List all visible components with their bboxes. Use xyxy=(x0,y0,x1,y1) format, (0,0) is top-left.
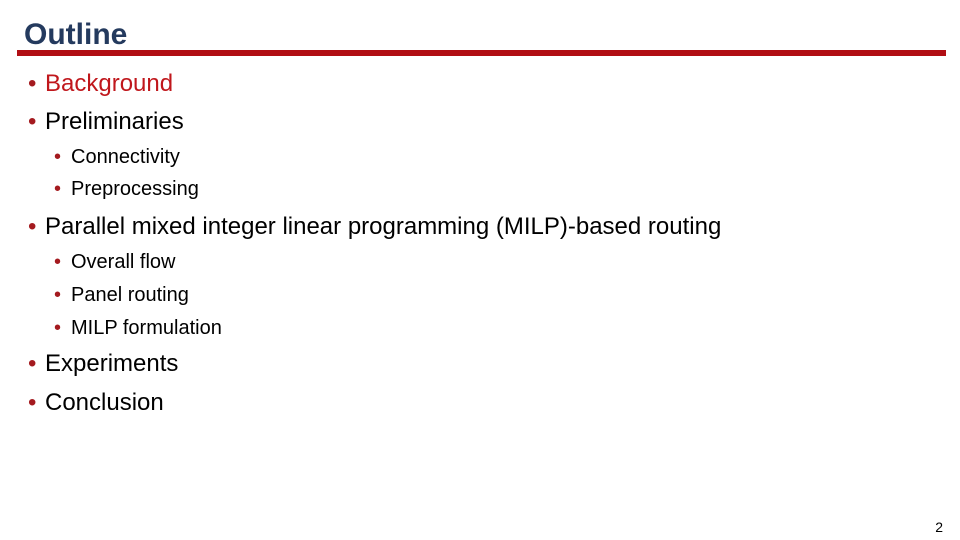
outline-item-experiments: • Experiments xyxy=(28,350,178,378)
outline-item-label: Parallel mixed integer linear programmin… xyxy=(45,213,722,240)
outline-item-label: Background xyxy=(45,70,174,97)
bullet-icon: • xyxy=(28,213,37,240)
outline-item-label: MILP formulation xyxy=(71,317,222,339)
outline-subitem-connectivity: • Connectivity xyxy=(54,145,180,169)
outline-item-parallel-milp-routing: • Parallel mixed integer linear programmi… xyxy=(28,213,721,241)
outline-item-conclusion: • Conclusion xyxy=(28,389,164,417)
page-number: 2 xyxy=(935,519,943,535)
bullet-icon: • xyxy=(54,284,62,306)
bullet-icon: • xyxy=(54,146,62,168)
slide-title: Outline xyxy=(24,18,128,51)
bullet-icon: • xyxy=(54,317,62,339)
outline-item-label: Panel routing xyxy=(71,284,189,306)
outline-item-preliminaries: • Preliminaries xyxy=(28,108,184,136)
outline-item-label: Overall flow xyxy=(71,251,176,273)
bullet-icon: • xyxy=(54,178,62,200)
bullet-icon: • xyxy=(54,251,62,273)
outline-item-background: • Background xyxy=(28,70,173,98)
outline-item-label: Experiments xyxy=(45,350,179,377)
outline-item-label: Preliminaries xyxy=(45,108,184,135)
title-divider xyxy=(17,50,946,56)
outline-subitem-overall-flow: • Overall flow xyxy=(54,250,175,274)
outline-item-label: Preprocessing xyxy=(71,178,199,200)
outline-subitem-preprocessing: • Preprocessing xyxy=(54,177,199,201)
bullet-icon: • xyxy=(28,389,37,416)
outline-item-label: Connectivity xyxy=(71,146,180,168)
bullet-icon: • xyxy=(28,108,37,135)
bullet-icon: • xyxy=(28,70,37,97)
outline-item-label: Conclusion xyxy=(45,389,164,416)
outline-subitem-milp-formulation: • MILP formulation xyxy=(54,316,222,340)
outline-subitem-panel-routing: • Panel routing xyxy=(54,283,189,307)
bullet-icon: • xyxy=(28,350,37,377)
